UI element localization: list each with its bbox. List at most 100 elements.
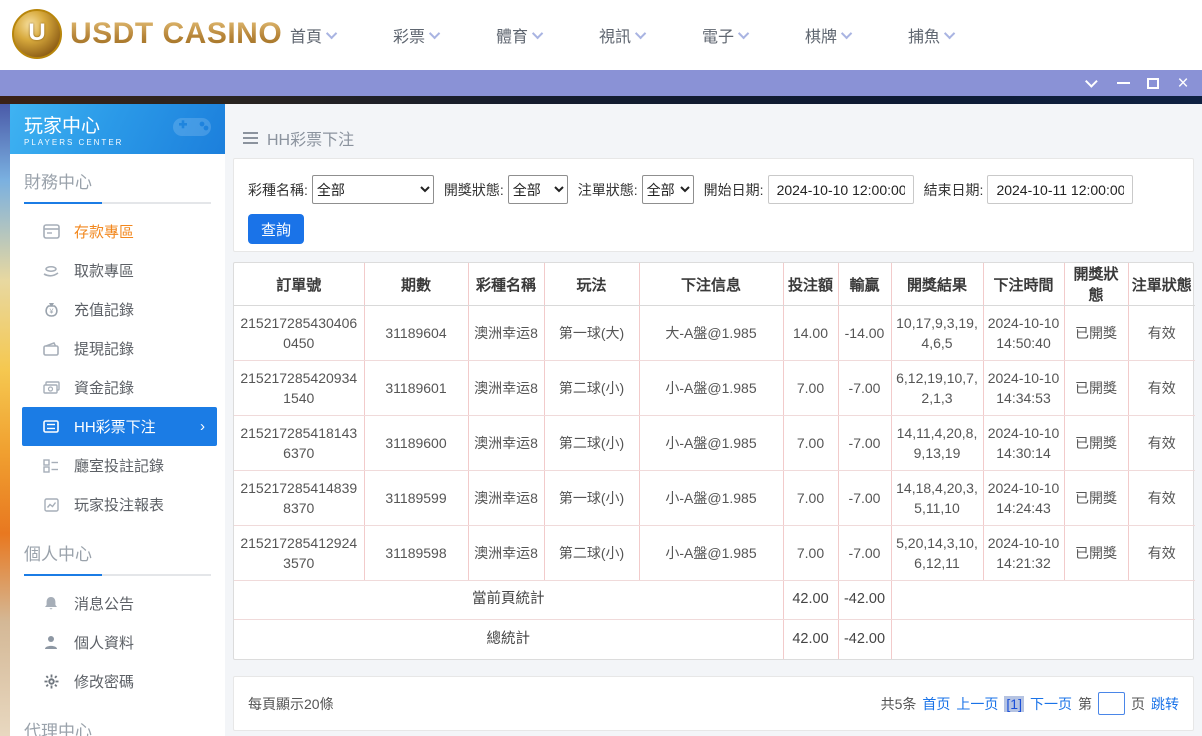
sidebar-item-deposit-zone[interactable]: 存款專區 bbox=[22, 212, 217, 251]
table-cell: 有效 bbox=[1127, 525, 1195, 581]
sidebar-section-personal: 個人中心 bbox=[10, 524, 225, 576]
chevron-right-icon: › bbox=[200, 418, 205, 435]
table-cell: 第一球(大) bbox=[543, 305, 639, 361]
menu-toggle-icon[interactable] bbox=[243, 132, 258, 144]
jump-suffix-text: 页 bbox=[1131, 695, 1145, 712]
breadcrumb: HH彩票下注 bbox=[243, 126, 354, 150]
end-date-input[interactable] bbox=[987, 175, 1134, 204]
nav-item-electronic[interactable]: 電子 bbox=[674, 23, 777, 47]
table-cell: 31189604 bbox=[363, 305, 468, 361]
table-row: 2152172854181436370 31189600 澳洲幸运8 第二球(小) 小-… bbox=[234, 415, 1195, 471]
nav-item-sports[interactable]: 體育 bbox=[468, 23, 571, 47]
section-title: 個人中心 bbox=[24, 545, 92, 564]
table-cell: -7.00 bbox=[837, 360, 891, 416]
sidebar-item-label: 資金記錄 bbox=[74, 380, 135, 397]
table-cell: 14.00 bbox=[782, 305, 838, 361]
background-artwork-strip bbox=[0, 104, 10, 736]
table-cell: -7.00 bbox=[837, 470, 891, 526]
wallet-icon bbox=[42, 340, 60, 358]
total-summary-bet: 42.00 bbox=[782, 619, 838, 659]
minimize-button[interactable] bbox=[1108, 70, 1138, 96]
page-jump-input[interactable] bbox=[1098, 692, 1125, 715]
sidebar-item-player-bet-report[interactable]: 玩家投注報表 bbox=[22, 485, 217, 524]
bets-table-card: 訂單號 期數 彩種名稱 玩法 下注信息 投注額 輸贏 開獎結果 下注時間 開獎狀態 注單狀態 215… bbox=[233, 262, 1195, 660]
sidebar-item-hh-lottery-bets[interactable]: HH彩票下注 › bbox=[22, 407, 217, 446]
nav-item-video[interactable]: 視訊 bbox=[571, 23, 674, 47]
table-cell: 2024-10-10 14:30:14 bbox=[982, 415, 1064, 471]
nav-item-home[interactable]: 首頁 bbox=[262, 23, 365, 47]
nav-item-lottery[interactable]: 彩票 bbox=[365, 23, 468, 47]
table-cell: 第二球(小) bbox=[543, 525, 639, 581]
person-icon bbox=[42, 634, 60, 652]
close-icon: × bbox=[1177, 72, 1189, 94]
total-summary-row: 總統計 42.00 -42.00 bbox=[234, 619, 1195, 659]
table-header-cell: 訂單號 bbox=[234, 263, 364, 306]
total-summary-label: 總統計 bbox=[486, 630, 531, 647]
table-cell: 2152172854304060450 bbox=[234, 305, 364, 361]
sidebar-item-label: 取款專區 bbox=[74, 263, 135, 280]
nav-label: 首頁 bbox=[289, 29, 322, 46]
table-cell: 小-A盤@1.985 bbox=[638, 360, 783, 416]
prev-page-link[interactable]: 上一页 bbox=[956, 694, 998, 714]
nav-label: 捕魚 bbox=[907, 29, 940, 46]
sidebar-item-withdraw-zone[interactable]: 取款專區 bbox=[22, 251, 217, 290]
maximize-button[interactable] bbox=[1138, 70, 1168, 96]
first-page-link[interactable]: 首页 bbox=[922, 694, 950, 714]
sidebar-item-change-password[interactable]: 修改密碼 bbox=[22, 662, 217, 701]
table-header-cell: 期數 bbox=[363, 263, 468, 306]
table-cell: 已開獎 bbox=[1063, 360, 1128, 416]
next-page-link[interactable]: 下一页 bbox=[1030, 694, 1072, 714]
table-cell: 澳洲幸运8 bbox=[467, 360, 544, 416]
sidebar-item-room-bet-record[interactable]: 廳室投註記錄 bbox=[22, 446, 217, 485]
checklist-icon bbox=[42, 457, 60, 475]
sidebar-item-profile[interactable]: 個人資料 bbox=[22, 623, 217, 662]
table-header-cell: 注單狀態 bbox=[1127, 263, 1195, 306]
bell-icon bbox=[42, 595, 60, 613]
order-status-select[interactable]: 全部 bbox=[641, 175, 694, 204]
table-cell: 已開獎 bbox=[1063, 305, 1128, 361]
chevron-down-icon bbox=[1084, 74, 1098, 88]
table-header-cell: 下注信息 bbox=[638, 263, 783, 306]
table-cell: 小-A盤@1.985 bbox=[638, 415, 783, 471]
lottery-name-select[interactable]: 全部 bbox=[311, 175, 434, 204]
table-cell: 已開獎 bbox=[1063, 415, 1128, 471]
site-logo[interactable]: U USDT CASINO bbox=[12, 9, 282, 59]
close-button[interactable]: × bbox=[1168, 70, 1198, 96]
nav-item-fishing[interactable]: 捕魚 bbox=[880, 23, 983, 47]
table-cell: 2152172854129243570 bbox=[234, 525, 364, 581]
table-cell: 澳洲幸运8 bbox=[467, 305, 544, 361]
table-cell: 第二球(小) bbox=[543, 415, 639, 471]
logo-letter: U bbox=[28, 18, 46, 46]
table-cell: 14,18,4,20,3,5,11,10 bbox=[890, 470, 983, 526]
nav-label: 電子 bbox=[701, 29, 734, 46]
main-content: HH彩票下注 彩種名稱: 全部 開獎狀態: 全部 注單狀態: 全部 開始日期: … bbox=[225, 104, 1202, 736]
total-summary-winloss: -42.00 bbox=[837, 619, 891, 659]
table-cell: 2152172854181436370 bbox=[234, 415, 364, 471]
sidebar-item-withdrawal-record[interactable]: 提現記錄 bbox=[22, 329, 217, 368]
current-page-indicator[interactable]: [1] bbox=[1004, 695, 1024, 712]
jump-button[interactable]: 跳转 bbox=[1151, 694, 1179, 714]
table-row: 2152172854209341540 31189601 澳洲幸运8 第二球(小) 小-… bbox=[234, 360, 1195, 416]
sidebar-item-label: 修改密碼 bbox=[74, 674, 135, 691]
sidebar-item-recharge-record[interactable]: ¥ 充值記錄 bbox=[22, 290, 217, 329]
window-titlebar: × bbox=[0, 70, 1202, 96]
sidebar-item-announcements[interactable]: 消息公告 bbox=[22, 584, 217, 623]
collapse-button[interactable] bbox=[1078, 70, 1108, 96]
sidebar-item-label: 廳室投註記錄 bbox=[74, 458, 165, 475]
lottery-name-label: 彩種名稱: bbox=[248, 181, 308, 198]
table-cell: 31189599 bbox=[363, 470, 468, 526]
table-cell: 澳洲幸运8 bbox=[467, 470, 544, 526]
draw-status-select[interactable]: 全部 bbox=[507, 175, 568, 204]
start-date-input[interactable] bbox=[767, 175, 914, 204]
table-cell: -14.00 bbox=[837, 305, 891, 361]
finance-menu: 存款專區 取款專區 ¥ 充值記錄 提現記錄 資金記錄 HH彩票下注 › 廳室投註… bbox=[10, 204, 225, 524]
maximize-icon bbox=[1147, 77, 1159, 89]
table-cell: 第一球(小) bbox=[543, 470, 639, 526]
chevron-down-icon bbox=[840, 27, 853, 40]
bets-table: 訂單號 期數 彩種名稱 玩法 下注信息 投注額 輸贏 開獎結果 下注時間 開獎狀態 注單狀態 215… bbox=[234, 263, 1195, 659]
table-cell: 14,11,4,20,8,9,13,19 bbox=[890, 415, 983, 471]
table-cell: 2152172854209341540 bbox=[234, 360, 364, 416]
nav-item-chess[interactable]: 棋牌 bbox=[777, 23, 880, 47]
sidebar-item-fund-record[interactable]: 資金記錄 bbox=[22, 368, 217, 407]
search-button[interactable]: 查詢 bbox=[248, 214, 304, 244]
